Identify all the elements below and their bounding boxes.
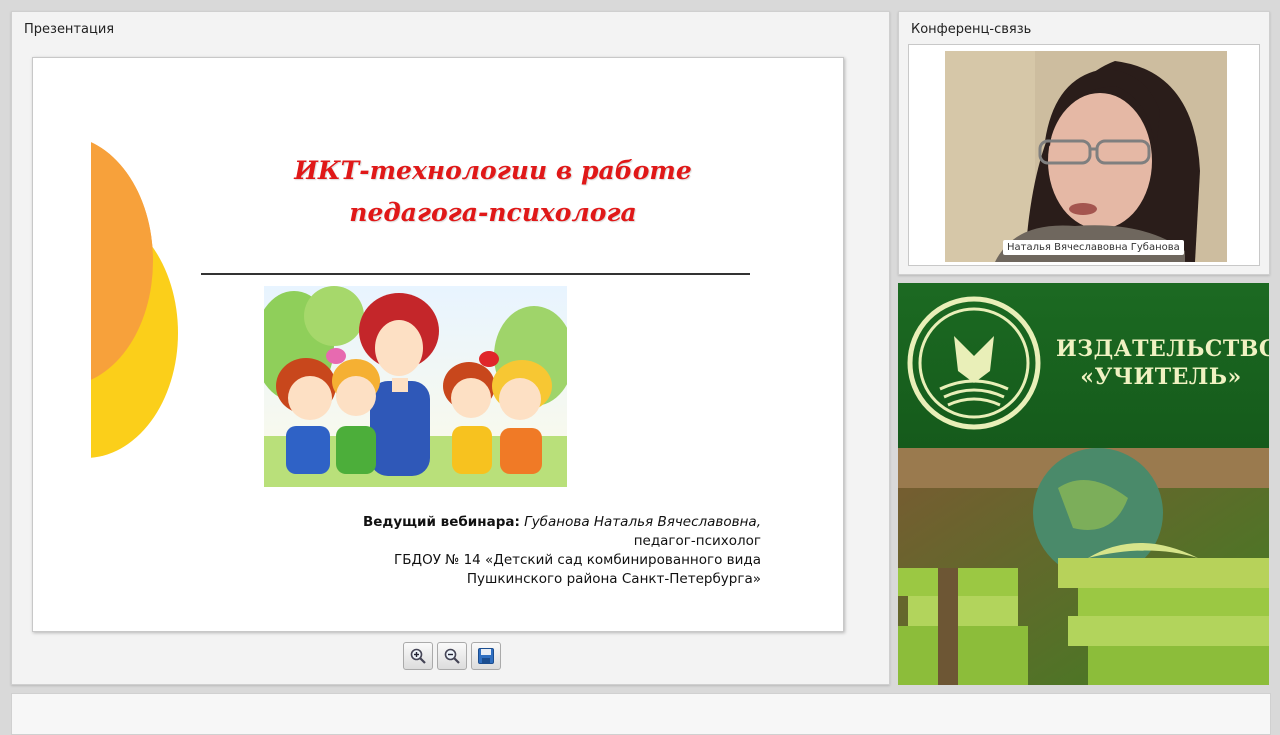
slide-title-line2: педагога-психолога bbox=[349, 198, 637, 227]
host-role: педагог-психолог bbox=[633, 533, 761, 549]
presentation-toolbar bbox=[403, 642, 501, 670]
teacher-children-illustration bbox=[264, 286, 567, 487]
zoom-in-button[interactable] bbox=[403, 642, 433, 670]
organization-line2: Пушкинского района Санкт-Петербурга» bbox=[466, 571, 761, 587]
host-label: Ведущий вебинара: bbox=[362, 514, 520, 530]
participant-video[interactable]: Наталья Вячеславовна Губанова bbox=[945, 51, 1227, 262]
conference-panel: Конференц-связь Наталья Вячеславовна Губ… bbox=[898, 11, 1270, 275]
presentation-panel: Презентация ИКТ-технологии в работе педа… bbox=[11, 11, 890, 685]
save-button[interactable] bbox=[471, 642, 501, 670]
bottom-chat-bar bbox=[11, 693, 1271, 735]
publisher-logo-icon bbox=[907, 296, 1041, 430]
publisher-name: ИЗДАТЕЛЬСТВО «УЧИТЕЛЬ» bbox=[1056, 335, 1269, 391]
zoom-in-icon bbox=[410, 648, 426, 664]
banner-header: ИЗДАТЕЛЬСТВО «УЧИТЕЛЬ» bbox=[898, 283, 1269, 448]
publisher-banner[interactable]: ИЗДАТЕЛЬСТВО «УЧИТЕЛЬ» bbox=[898, 283, 1269, 685]
publisher-name-line1: ИЗДАТЕЛЬСТВО bbox=[1056, 336, 1269, 362]
organization-line1: ГБДОУ № 14 «Детский сад комбинированного… bbox=[394, 552, 761, 568]
books-globe-image bbox=[898, 448, 1269, 685]
webcam-image bbox=[945, 51, 1227, 262]
shape-mask bbox=[33, 58, 91, 631]
webinar-host-info: Ведущий вебинара: Губанова Наталья Вячес… bbox=[363, 513, 761, 589]
host-name: Губанова Наталья Вячеславовна, bbox=[524, 514, 761, 530]
presentation-panel-title: Презентация bbox=[24, 22, 115, 37]
presentation-slide: ИКТ-технологии в работе педагога-психоло… bbox=[32, 57, 844, 632]
publisher-name-line2: «УЧИТЕЛЬ» bbox=[1080, 364, 1242, 390]
slide-divider bbox=[201, 273, 750, 275]
video-frame: Наталья Вячеславовна Губанова bbox=[908, 44, 1260, 266]
zoom-out-button[interactable] bbox=[437, 642, 467, 670]
zoom-out-icon bbox=[444, 648, 460, 664]
slide-title-line1: ИКТ-технологии в работе bbox=[294, 156, 692, 185]
slide-title: ИКТ-технологии в работе педагога-психоло… bbox=[233, 150, 753, 234]
participant-name-tag: Наталья Вячеславовна Губанова bbox=[1003, 240, 1184, 255]
save-icon bbox=[478, 648, 494, 664]
conference-panel-title: Конференц-связь bbox=[911, 22, 1032, 37]
